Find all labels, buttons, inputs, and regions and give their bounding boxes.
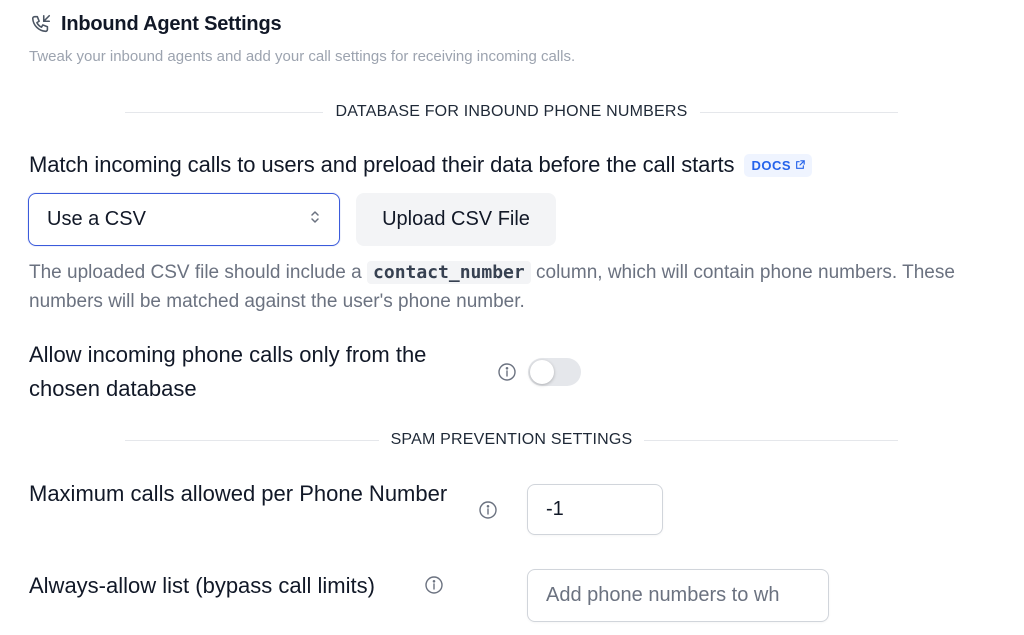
info-icon[interactable] bbox=[497, 362, 517, 382]
divider-line bbox=[644, 439, 898, 441]
divider-line bbox=[125, 439, 379, 441]
match-calls-row: Match incoming calls to users and preloa… bbox=[29, 152, 812, 178]
upload-csv-button[interactable]: Upload CSV File bbox=[356, 193, 556, 246]
match-calls-heading: Match incoming calls to users and preloa… bbox=[29, 152, 735, 177]
page-title: Inbound Agent Settings bbox=[61, 12, 282, 35]
always-allow-label: Always-allow list (bypass call limits) bbox=[29, 573, 375, 598]
docs-link[interactable]: DOCS bbox=[744, 153, 812, 177]
chevron-up-down-icon bbox=[309, 209, 321, 230]
divider-line bbox=[699, 111, 898, 113]
info-icon[interactable] bbox=[424, 575, 444, 595]
info-icon[interactable] bbox=[478, 500, 498, 520]
section-title-database: DATABASE FOR INBOUND PHONE NUMBERS bbox=[335, 103, 688, 120]
contact-number-code: contact_number bbox=[367, 261, 531, 284]
section-title-spam: SPAM PREVENTION SETTINGS bbox=[390, 431, 633, 448]
max-calls-label: Maximum calls allowed per Phone Number bbox=[29, 481, 448, 506]
divider-line bbox=[125, 111, 324, 113]
external-link-icon bbox=[795, 158, 805, 173]
csv-helper-text: The uploaded CSV file should include a c… bbox=[29, 258, 1019, 316]
settings-header: Inbound Agent Settings bbox=[29, 12, 282, 36]
data-source-select[interactable]: Use a CSV bbox=[28, 193, 340, 246]
docs-label: DOCS bbox=[751, 157, 791, 173]
phone-incoming-icon bbox=[29, 12, 53, 36]
max-calls-input[interactable] bbox=[527, 484, 663, 535]
section-divider-spam: SPAM PREVENTION SETTINGS bbox=[125, 431, 898, 449]
helper-text-start: The uploaded CSV file should include a bbox=[29, 262, 368, 283]
page-subtitle: Tweak your inbound agents and add your c… bbox=[29, 48, 576, 65]
section-divider-database: DATABASE FOR INBOUND PHONE NUMBERS bbox=[125, 103, 898, 121]
allow-only-database-label: Allow incoming phone calls only from the… bbox=[29, 342, 427, 401]
data-source-select-value: Use a CSV bbox=[47, 208, 146, 230]
toggle-knob bbox=[530, 360, 554, 384]
allow-only-database-toggle[interactable] bbox=[528, 358, 581, 386]
always-allow-input[interactable] bbox=[527, 569, 829, 622]
